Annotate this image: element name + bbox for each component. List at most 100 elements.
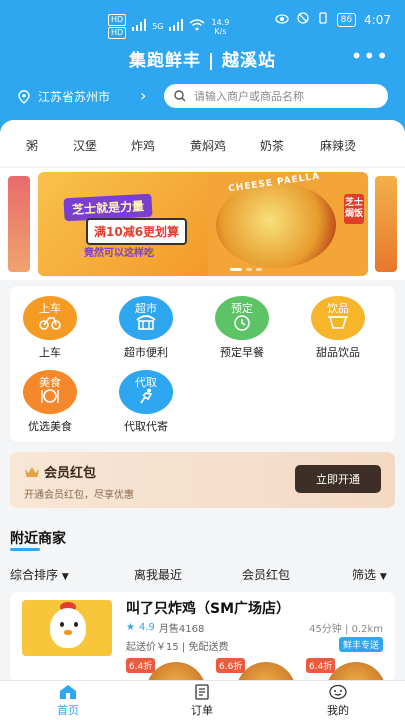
clock: 4:07 bbox=[364, 12, 391, 27]
shortcut-grid: 上车 上车 超市 超市便利 预定 预定早餐 饮品 甜品饮品 美食 优选美食 代取… bbox=[10, 286, 395, 442]
category-item[interactable]: 黄焖鸡 bbox=[190, 137, 226, 154]
chevron-right-icon[interactable]: › bbox=[140, 86, 146, 105]
star-icon: ★ bbox=[126, 622, 135, 633]
vip-title: 会员红包 bbox=[24, 462, 96, 481]
shortcut-label: 甜品饮品 bbox=[316, 346, 360, 359]
search-placeholder: 请输入商户或商品名称 bbox=[194, 90, 304, 103]
mascot-beak bbox=[64, 630, 72, 635]
shortcut-delivery[interactable]: 代取 代取代寄 bbox=[106, 370, 186, 434]
shortcut-drinks[interactable]: 饮品 甜品饮品 bbox=[298, 296, 378, 360]
speed-unit: K/s bbox=[214, 26, 227, 36]
shortcut-label: 优选美食 bbox=[28, 420, 72, 433]
banner-vertical-label: 芝士焗饭 bbox=[344, 194, 364, 224]
sort-comprehensive[interactable]: 综合排序 ▼ bbox=[10, 566, 69, 583]
sort-nearest[interactable]: 离我最近 bbox=[134, 566, 182, 583]
shop-fee: 起送价￥15 | 免配送费 bbox=[126, 642, 229, 653]
mute-icon bbox=[296, 12, 309, 27]
tab-orders[interactable]: 订单 bbox=[162, 683, 242, 718]
shop-rating: ★ 4.9 月售4168 bbox=[126, 620, 204, 635]
section-underline bbox=[10, 548, 40, 551]
search-input[interactable]: 请输入商户或商品名称 bbox=[164, 84, 388, 108]
carousel-dots bbox=[230, 268, 262, 271]
mascot-eye bbox=[60, 622, 64, 627]
banner-caption: 竟然可以这样吃 bbox=[84, 248, 154, 259]
caret-down-icon: ▼ bbox=[61, 572, 69, 582]
tab-home[interactable]: 首页 bbox=[28, 683, 108, 718]
main-content: 粥 汉堡 炸鸡 黄焖鸡 奶茶 麻辣烫 芝士就是力量 满10减6更划算 竟然可以这… bbox=[0, 120, 405, 680]
banner-peek-left[interactable] bbox=[8, 176, 30, 272]
vip-subtitle: 开通会员红包，尽享优惠 bbox=[24, 490, 134, 501]
nearby-title: 附近商家 bbox=[10, 531, 66, 547]
ride-icon: 上车 bbox=[23, 296, 77, 340]
vip-open-button[interactable]: 立即开通 bbox=[295, 465, 381, 493]
vip-card[interactable]: 会员红包 开通会员红包，尽享优惠 立即开通 bbox=[10, 452, 395, 508]
delivery-time: 45分钟 bbox=[309, 624, 342, 635]
cup-icon: 饮品 bbox=[311, 296, 365, 340]
discount-badge: 6.6折 bbox=[216, 658, 246, 673]
sort-filter[interactable]: 筛选 ▼ bbox=[352, 566, 387, 583]
signal-label: 5G bbox=[152, 22, 164, 31]
shortcut-label: 上车 bbox=[39, 346, 61, 359]
shop-logo bbox=[22, 600, 112, 656]
category-item[interactable]: 炸鸡 bbox=[131, 137, 155, 154]
home-icon bbox=[28, 683, 108, 701]
shop-card[interactable]: 叫了只炸鸡（SM广场店） ★ 4.9 月售4168 45分钟 | 0.2km 起… bbox=[10, 592, 395, 680]
status-left: HD HD 5G 14.9 K/s bbox=[108, 14, 229, 39]
shortcut-breakfast[interactable]: 预定 预定早餐 bbox=[202, 296, 282, 360]
carousel-dot[interactable] bbox=[246, 268, 252, 271]
crown-icon bbox=[25, 466, 39, 477]
shortcut-supermarket[interactable]: 超市 超市便利 bbox=[106, 296, 186, 360]
fork-knife-icon: 美食 bbox=[23, 370, 77, 414]
delivery-time-distance: 45分钟 | 0.2km bbox=[309, 624, 383, 635]
mascot-eye bbox=[74, 622, 78, 627]
location-selector[interactable]: 江苏省苏州市 bbox=[18, 88, 110, 105]
shortcut-food[interactable]: 美食 优选美食 bbox=[10, 370, 90, 434]
vibrate-icon bbox=[317, 12, 329, 27]
tab-profile[interactable]: 我的 bbox=[298, 683, 378, 718]
sort-bar: 综合排序 ▼ 离我最近 会员红包 筛选 ▼ bbox=[0, 562, 405, 586]
more-menu-button[interactable]: ••• bbox=[351, 44, 389, 68]
runner-icon: 代取 bbox=[119, 370, 173, 414]
dish-image bbox=[216, 182, 336, 268]
carousel-dot[interactable] bbox=[230, 268, 242, 271]
category-item[interactable]: 麻辣烫 bbox=[320, 137, 356, 154]
location-label: 江苏省苏州市 bbox=[38, 90, 111, 104]
search-icon bbox=[174, 90, 186, 102]
vip-title-text: 会员红包 bbox=[44, 466, 97, 481]
shortcut-ride[interactable]: 上车 上车 bbox=[10, 296, 90, 360]
carousel-dot[interactable] bbox=[256, 268, 262, 271]
category-item[interactable]: 粥 bbox=[26, 137, 38, 154]
category-item[interactable]: 汉堡 bbox=[73, 137, 97, 154]
sort-label: 综合排序 bbox=[10, 568, 59, 582]
sort-label: 筛选 bbox=[352, 568, 377, 582]
rating-score: 4.9 bbox=[138, 622, 155, 633]
banner-peek-right[interactable] bbox=[375, 176, 397, 272]
discount-badge: 6.4折 bbox=[306, 658, 336, 673]
profile-icon bbox=[298, 683, 378, 701]
net-tag: HD bbox=[108, 27, 127, 39]
category-item[interactable]: 奶茶 bbox=[260, 137, 284, 154]
status-right: 86 4:07 bbox=[274, 12, 391, 27]
wifi-icon bbox=[189, 19, 205, 34]
eye-icon bbox=[274, 13, 289, 27]
shortcut-label: 代取代寄 bbox=[124, 420, 168, 433]
net-tag: HD bbox=[108, 14, 127, 26]
signal-icon bbox=[132, 19, 147, 34]
shortcut-label: 超市便利 bbox=[124, 346, 168, 359]
bottom-tab-bar: 首页 订单 我的 bbox=[0, 680, 405, 720]
speed-value: 14.9 bbox=[211, 17, 230, 27]
delivery-badge: 鲜丰专送 bbox=[338, 637, 383, 652]
header: HD HD 5G 14.9 K/s 86 4:07 集跑鲜丰 | 越溪站 •••… bbox=[0, 0, 405, 135]
tab-label: 订单 bbox=[191, 704, 213, 717]
discount-badge: 6.4折 bbox=[126, 658, 156, 673]
page-title: 集跑鲜丰 | 越溪站 bbox=[128, 51, 277, 71]
monthly-sales: 月售4168 bbox=[158, 624, 205, 635]
signal-icon bbox=[169, 19, 184, 34]
category-bar: 粥 汉堡 炸鸡 黄焖鸡 奶茶 麻辣烫 bbox=[0, 120, 405, 166]
promo-banner[interactable]: 芝士就是力量 满10减6更划算 竟然可以这样吃 CHEESE PAELLA 芝士… bbox=[38, 172, 368, 276]
sort-vip-coupon[interactable]: 会员红包 bbox=[242, 566, 290, 583]
store-icon: 超市 bbox=[119, 296, 173, 340]
status-bar: HD HD 5G 14.9 K/s 86 4:07 bbox=[0, 0, 405, 40]
banner-carousel[interactable]: 芝士就是力量 满10减6更划算 竟然可以这样吃 CHEESE PAELLA 芝士… bbox=[0, 168, 405, 280]
location-pin-icon bbox=[18, 89, 30, 104]
